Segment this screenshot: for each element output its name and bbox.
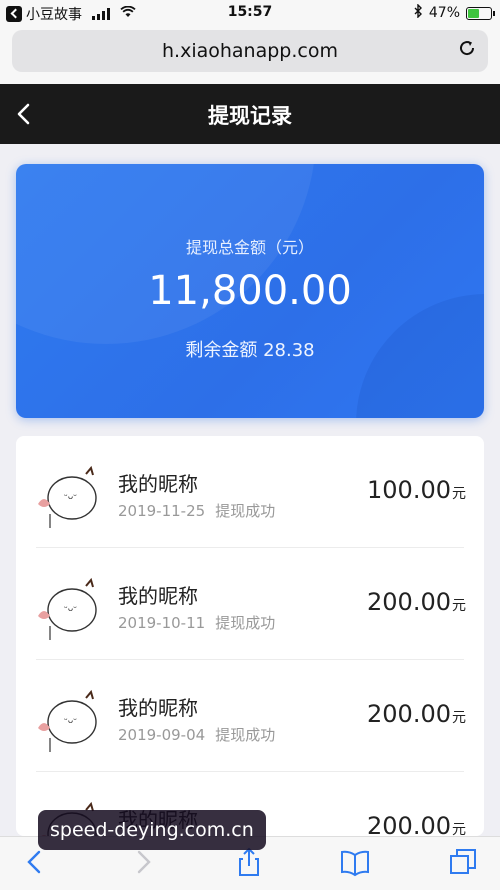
page-header: 提现记录	[0, 84, 500, 144]
record-amount-value: 200.00	[367, 812, 451, 836]
withdrawal-record-list: ᵕᴗᵕ 我的昵称 2019-11-25 提现成功 100.00元 ᵕᴗᵕ 我的昵称…	[16, 436, 484, 836]
avatar: ᵕᴗᵕ	[38, 465, 97, 528]
address-bar[interactable]: h.xiaohanapp.com	[12, 30, 488, 72]
list-item[interactable]: ᵕᴗᵕ 我的昵称 2019-09-04 提现成功 200.00元	[16, 660, 484, 772]
list-item[interactable]: ᵕᴗᵕ 我的昵称 2019-11-25 提现成功 100.00元	[16, 436, 484, 548]
remaining-balance: 剩余金额 28.38	[16, 336, 484, 362]
record-date: 2019-10-11	[118, 614, 206, 632]
record-name: 我的昵称	[118, 584, 198, 608]
battery-percent: 47%	[428, 5, 460, 21]
remaining-value: 28.38	[263, 340, 315, 361]
page-title: 提现记录	[208, 104, 292, 128]
share-icon[interactable]	[234, 847, 264, 877]
forward-icon[interactable]	[128, 847, 158, 877]
record-name: 我的昵称	[118, 696, 198, 720]
svg-text:ᵕᴗᵕ: ᵕᴗᵕ	[64, 604, 77, 614]
record-amount: 200.00元	[367, 588, 466, 616]
list-item[interactable]: ᵕᴗᵕ 我的昵称 2019-10-11 提现成功 200.00元	[16, 548, 484, 660]
record-status: 提现成功	[215, 726, 276, 744]
record-meta: 2019-09-04 提现成功	[118, 724, 275, 745]
avatar: ᵕᴗᵕ	[38, 577, 97, 640]
record-amount-value: 100.00	[367, 476, 451, 504]
record-status: 提现成功	[215, 614, 276, 632]
record-amount: 100.00元	[367, 476, 466, 504]
browser-chrome: h.xiaohanapp.com	[0, 26, 500, 84]
url-text[interactable]: h.xiaohanapp.com	[12, 40, 488, 62]
battery-fill	[468, 8, 480, 18]
total-amount-label: 提现总金额（元）	[185, 238, 314, 257]
record-meta: 2019-10-11 提现成功	[118, 612, 275, 633]
record-amount-value: 200.00	[367, 588, 451, 616]
record-amount-unit: 元	[452, 822, 466, 836]
svg-text:ᵕᴗᵕ: ᵕᴗᵕ	[64, 492, 77, 502]
total-amount-value: 11,800.00	[148, 268, 352, 314]
bluetooth-icon	[414, 3, 423, 22]
svg-text:ᵕᴗᵕ: ᵕᴗᵕ	[64, 716, 77, 726]
record-amount-unit: 元	[452, 598, 466, 614]
back-icon[interactable]	[20, 847, 50, 877]
bookmarks-icon[interactable]	[340, 847, 370, 877]
record-date: 2019-09-04	[118, 726, 206, 744]
record-name: 我的昵称	[118, 472, 198, 496]
record-meta: 2019-11-25 提现成功	[118, 500, 275, 521]
record-status: 提现成功	[215, 502, 276, 520]
record-date: 2019-11-25	[118, 502, 206, 520]
record-amount-unit: 元	[452, 486, 466, 502]
record-amount: 200.00元	[367, 812, 466, 836]
remaining-label: 剩余金额	[185, 340, 258, 361]
record-amount-value: 200.00	[367, 700, 451, 728]
record-amount: 200.00元	[367, 700, 466, 728]
watermark: speed-deying.com.cn	[38, 810, 266, 850]
status-bar: 小豆故事 15:57 47%	[0, 0, 500, 26]
avatar: ᵕᴗᵕ	[38, 689, 97, 752]
tabs-icon[interactable]	[448, 847, 478, 877]
record-amount-unit: 元	[452, 710, 466, 726]
reload-icon[interactable]	[458, 39, 476, 57]
battery-icon	[466, 6, 495, 20]
withdrawal-summary-card: 提现总金额（元） 11,800.00 剩余金额 28.38	[16, 164, 484, 418]
